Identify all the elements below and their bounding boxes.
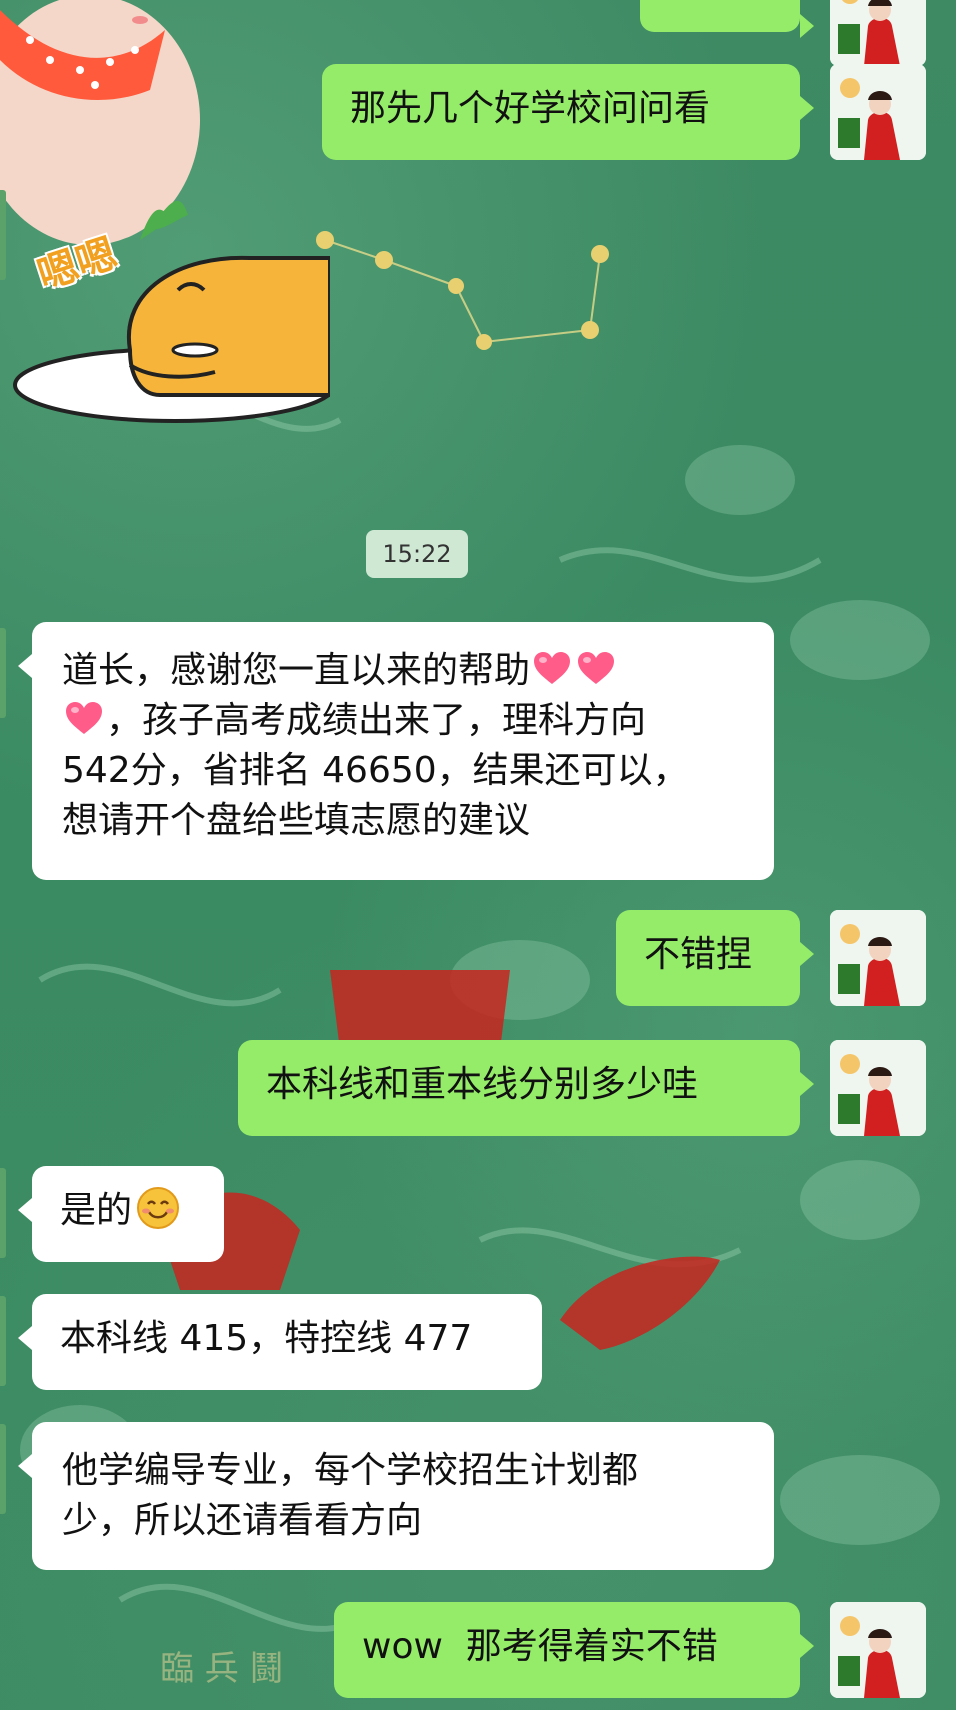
woman-portrait-icon — [830, 910, 926, 1006]
my-avatar[interactable] — [830, 1040, 926, 1136]
partial-outgoing-bubble[interactable] — [640, 0, 814, 38]
contact-avatar-edge[interactable] — [0, 1296, 6, 1386]
gudetama-sticker-icon — [0, 0, 337, 423]
message-text: 不错捏 — [644, 934, 753, 975]
woman-portrait-icon — [830, 1602, 926, 1698]
smile-icon — [137, 1187, 180, 1229]
message-line: 少，所以还请看看方向 — [62, 1500, 423, 1541]
message-line: ，孩子高考成绩出来了，理科方向 — [62, 696, 744, 746]
woman-portrait-icon — [830, 0, 926, 66]
message-line: 道长，感谢您一直以来的帮助 — [62, 646, 744, 696]
sticker-area[interactable]: 嗯嗯 — [0, 0, 337, 440]
message-line: 他学编导专业，每个学校招生计划都 — [62, 1450, 639, 1491]
message-text: 是的 — [60, 1190, 133, 1231]
woman-portrait-icon — [830, 64, 926, 160]
message-bubble-outgoing[interactable]: wow 那考得着实不错 — [334, 1602, 814, 1698]
my-avatar[interactable] — [830, 0, 926, 66]
message-bubble-incoming[interactable]: 他学编导专业，每个学校招生计划都 少，所以还请看看方向 — [18, 1422, 774, 1570]
message-bubble-incoming[interactable]: 是的 — [18, 1166, 224, 1262]
woman-portrait-icon — [830, 1040, 926, 1136]
contact-avatar-edge[interactable] — [0, 1424, 6, 1514]
message-text: 本科线和重本线分别多少哇 — [266, 1064, 699, 1105]
message-line: 想请开个盘给些填志愿的建议 — [62, 800, 531, 841]
message-text: 本科线 415，特控线 477 — [60, 1318, 473, 1359]
message-bubble-outgoing[interactable]: 那先几个好学校问问看 — [322, 64, 814, 160]
message-text: 那先几个好学校问问看 — [350, 88, 711, 129]
my-avatar[interactable] — [830, 1602, 926, 1698]
message-text: wow 那考得着实不错 — [362, 1626, 718, 1667]
message-bubble-outgoing[interactable]: 本科线和重本线分别多少哇 — [238, 1040, 814, 1136]
contact-avatar-edge[interactable] — [0, 628, 6, 718]
message-bubble-outgoing[interactable]: 不错捏 — [616, 910, 814, 1006]
contact-avatar-edge[interactable] — [0, 1168, 6, 1258]
contact-avatar-edge[interactable] — [0, 190, 6, 280]
message-timestamp: 15:22 — [366, 530, 468, 578]
svg-text:臨 兵 鬪: 臨 兵 鬪 — [160, 1649, 284, 1689]
heart-icon — [534, 652, 571, 684]
heart-icon — [66, 702, 102, 734]
my-avatar[interactable] — [830, 910, 926, 1006]
message-bubble-incoming[interactable]: 道长，感谢您一直以来的帮助 ，孩子高考成绩出来了，理科方向 542分，省排名 4… — [18, 622, 774, 880]
heart-icon — [578, 652, 615, 684]
my-avatar[interactable] — [830, 64, 926, 160]
message-line: 542分，省排名 46650，结果还可以， — [62, 750, 689, 791]
message-bubble-incoming[interactable]: 本科线 415，特控线 477 — [18, 1294, 542, 1390]
